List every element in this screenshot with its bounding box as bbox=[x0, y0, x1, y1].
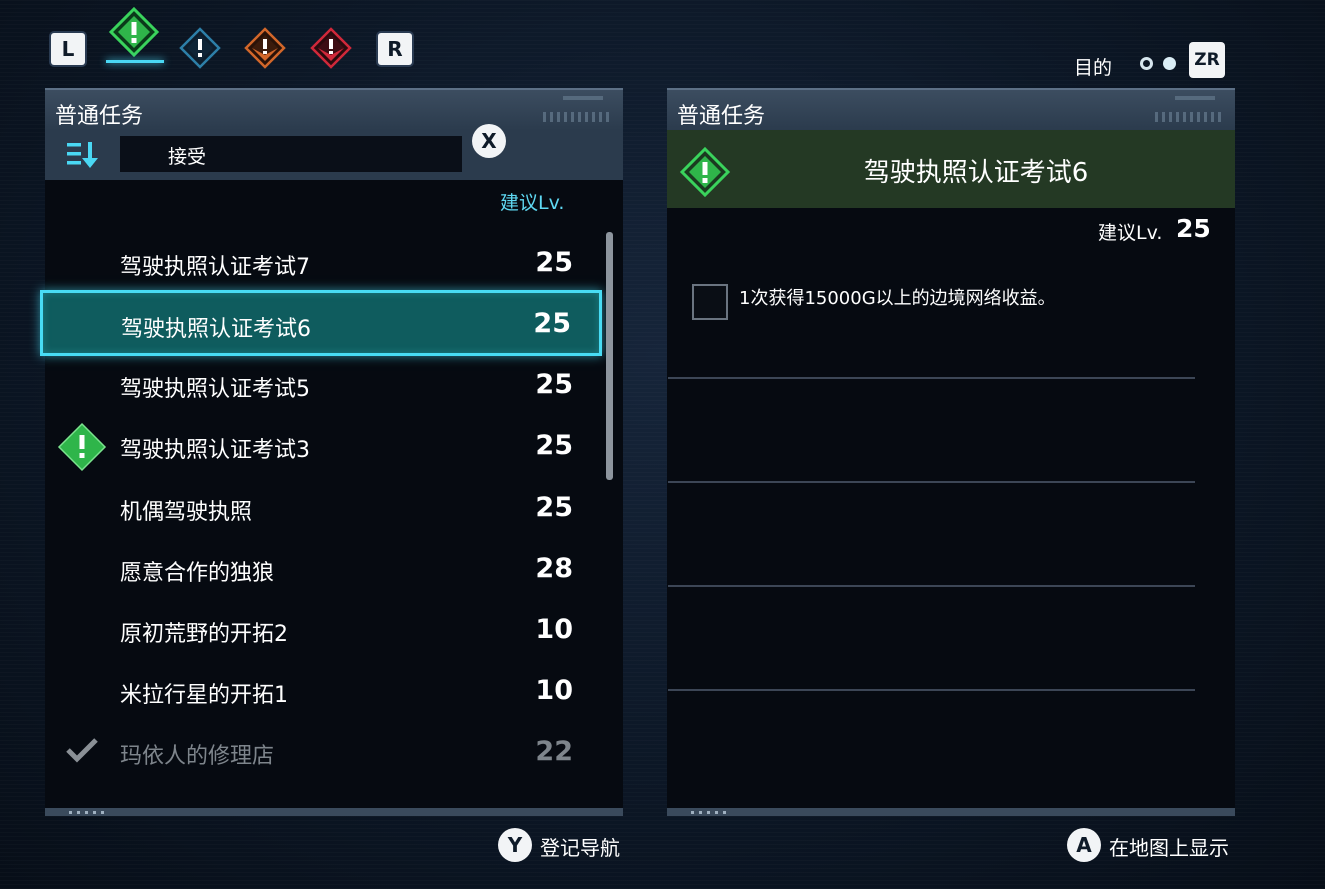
register-navigation-label: 登记导航 bbox=[540, 836, 620, 860]
divider bbox=[668, 377, 1195, 379]
quest-row[interactable]: 米拉行星的开拓1 10 bbox=[45, 663, 605, 719]
quest-level: 25 bbox=[535, 369, 573, 400]
header-decoration bbox=[543, 112, 613, 122]
panel-title: 普通任务 bbox=[55, 104, 144, 129]
header-decoration bbox=[563, 96, 603, 100]
show-on-map-label: 在地图上显示 bbox=[1109, 836, 1229, 860]
quest-row-selected[interactable]: 驾驶执照认证考试6 25 bbox=[40, 290, 602, 356]
quest-level: 25 bbox=[535, 492, 573, 523]
x-button[interactable]: X bbox=[472, 124, 506, 158]
quest-row[interactable]: 机偶驾驶执照 25 bbox=[45, 480, 605, 536]
recommended-level-label: 建议Lv. bbox=[1098, 222, 1163, 244]
quest-name: 机偶驾驶执照 bbox=[120, 500, 253, 525]
alert-diamond-green-icon[interactable] bbox=[108, 6, 160, 58]
quest-level: 22 bbox=[535, 736, 573, 767]
active-tab-indicator bbox=[106, 60, 164, 63]
quest-name: 原初荒野的开拓2 bbox=[120, 622, 288, 647]
y-button[interactable]: Y bbox=[498, 828, 532, 862]
objective-text: 1次获得15000G以上的边境网络收益。 bbox=[739, 288, 1056, 309]
quest-list-header: 普通任务 bbox=[45, 88, 623, 132]
header-decoration bbox=[1155, 112, 1225, 122]
quest-name: 驾驶执照认证考试7 bbox=[120, 255, 310, 280]
alert-diamond-red-icon[interactable] bbox=[309, 26, 353, 70]
recommended-level-header: 建议Lv. bbox=[500, 192, 565, 214]
quest-detail-panel: 普通任务 驾驶执照认证考试6 bbox=[667, 88, 1235, 816]
a-button[interactable]: A bbox=[1067, 828, 1101, 862]
quest-row[interactable]: 驾驶执照认证考试3 25 bbox=[45, 418, 605, 474]
filter-value: 接受 bbox=[168, 146, 207, 168]
quest-name: 驾驶执照认证考试6 bbox=[121, 317, 311, 342]
checkmark-icon bbox=[66, 738, 98, 763]
quest-level: 25 bbox=[535, 430, 573, 461]
quest-list-scrollbar[interactable] bbox=[606, 232, 613, 480]
quest-level: 10 bbox=[535, 675, 573, 706]
divider bbox=[668, 585, 1195, 587]
r-shoulder-button[interactable]: R bbox=[378, 33, 412, 65]
page-indicator-dot-filled bbox=[1163, 57, 1176, 70]
quest-name: 米拉行星的开拓1 bbox=[120, 683, 288, 708]
divider bbox=[668, 689, 1195, 691]
page-indicator-dot-empty bbox=[1140, 57, 1153, 70]
alert-diamond-orange-icon[interactable] bbox=[243, 26, 287, 70]
quest-detail-header: 普通任务 bbox=[667, 88, 1235, 132]
quest-name: 驾驶执照认证考试5 bbox=[120, 377, 310, 402]
recommended-level-value: 25 bbox=[1176, 214, 1211, 243]
quest-level: 10 bbox=[535, 614, 573, 645]
quest-name: 驾驶执照认证考试3 bbox=[120, 438, 310, 463]
divider bbox=[668, 481, 1195, 483]
quest-name: 玛依人的修理店 bbox=[120, 744, 275, 769]
quest-row[interactable]: 驾驶执照认证考试7 25 bbox=[45, 235, 605, 291]
panel-footer bbox=[667, 808, 1235, 816]
filter-dropdown[interactable]: 接受 bbox=[120, 136, 462, 172]
quest-title-bar: 驾驶执照认证考试6 bbox=[667, 130, 1235, 208]
quest-row[interactable]: 驾驶执照认证考试5 25 bbox=[45, 357, 605, 413]
sort-icon[interactable] bbox=[65, 140, 101, 170]
quest-level: 28 bbox=[535, 553, 573, 584]
header-decoration bbox=[1175, 96, 1215, 100]
quest-row[interactable]: 愿意合作的独狼 28 bbox=[45, 541, 605, 597]
panel-title: 普通任务 bbox=[677, 104, 766, 129]
zr-button[interactable]: ZR bbox=[1189, 42, 1225, 78]
quest-level: 25 bbox=[535, 247, 573, 278]
quest-title: 驾驶执照认证考试6 bbox=[863, 158, 1089, 188]
panel-footer bbox=[45, 808, 623, 816]
l-shoulder-button[interactable]: L bbox=[51, 33, 85, 65]
alert-diamond-green-icon bbox=[57, 422, 107, 472]
quest-name: 愿意合作的独狼 bbox=[120, 561, 275, 586]
quest-level: 25 bbox=[533, 308, 571, 339]
quest-row[interactable]: 原初荒野的开拓2 10 bbox=[45, 602, 605, 658]
objective-label: 目的 bbox=[1074, 57, 1113, 79]
quest-row-completed[interactable]: 玛依人的修理店 22 bbox=[45, 724, 605, 780]
alert-diamond-blue-icon[interactable] bbox=[178, 26, 222, 70]
filter-bar: 接受 bbox=[45, 130, 491, 180]
objective-checkbox bbox=[692, 284, 728, 320]
filter-bar-extension bbox=[491, 130, 623, 180]
